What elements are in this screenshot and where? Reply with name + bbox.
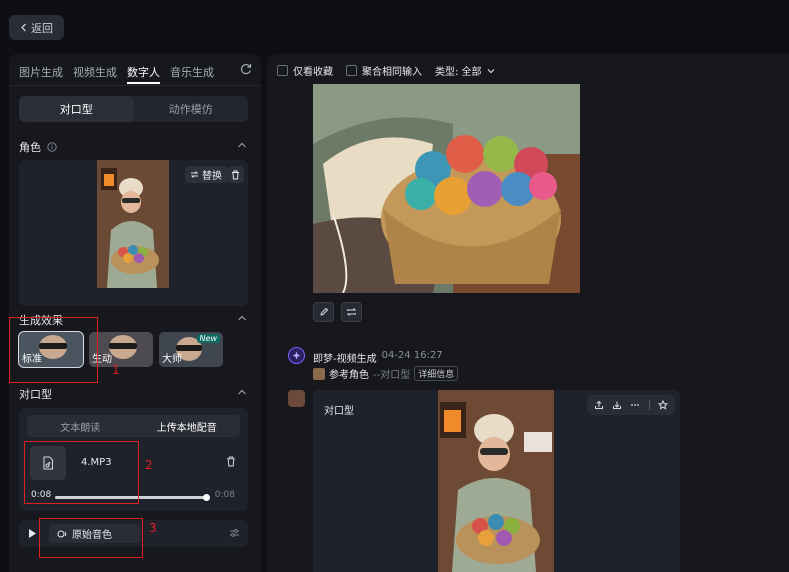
audio-source-tabs: 文本朗读 上传本地配音	[27, 415, 240, 437]
reference-thumbnail	[313, 367, 325, 380]
generated-video[interactable]	[438, 390, 554, 572]
settings-sliders-icon[interactable]	[229, 528, 240, 538]
share-icon[interactable]	[594, 400, 604, 410]
swap-icon	[190, 171, 199, 178]
divider	[648, 400, 650, 410]
collapse-lipsync-icon[interactable]	[237, 388, 247, 396]
favorites-filter[interactable]: 仅看收藏	[277, 63, 333, 78]
character-card: 替换	[19, 160, 248, 306]
replace-button[interactable]: 替换	[185, 166, 227, 183]
annotation-box-3	[39, 518, 143, 558]
character-image	[97, 160, 169, 288]
right-panel: 仅看收藏 聚合相同输入 类型: 全部 即梦-视频生成 04-24 16:27 参…	[267, 54, 789, 572]
back-label: 返回	[31, 21, 53, 35]
audio-progress-knob[interactable]	[203, 494, 210, 501]
reference-label[interactable]: 参考角色	[329, 366, 369, 381]
effect-master[interactable]: New 大师	[159, 332, 223, 367]
tab-video-generation[interactable]: 视频生成	[73, 62, 117, 84]
chevron-left-icon	[21, 23, 26, 32]
reference-row: 参考角色 --对口型 详细信息	[313, 366, 459, 381]
role-title: 角色	[19, 141, 41, 154]
replace-label: 替换	[202, 171, 222, 182]
download-icon[interactable]	[612, 400, 622, 410]
generation-tabs: 图片生成 视频生成 数字人 音乐生成	[19, 62, 214, 84]
tab-music-generation[interactable]: 音乐生成	[170, 62, 214, 84]
annotation-box-2	[24, 441, 139, 504]
collapse-effect-icon[interactable]	[237, 314, 247, 322]
annotation-box-1	[9, 317, 98, 383]
lipsync-section-title: 对口型	[19, 386, 52, 402]
annotation-number-2: 2	[145, 458, 153, 472]
tab-upload-audio[interactable]: 上传本地配音	[134, 415, 241, 437]
mode-motion-imitation[interactable]: 动作模仿	[134, 96, 249, 122]
user-avatar	[288, 390, 305, 407]
video-actions	[587, 395, 675, 415]
collapse-role-icon[interactable]	[237, 141, 247, 149]
delete-character-button[interactable]	[227, 166, 244, 183]
lipsync-title: 对口型	[19, 388, 52, 401]
reference-sub: --对口型	[373, 370, 411, 381]
generated-image[interactable]	[313, 84, 580, 293]
annotation-number-3: 3	[149, 521, 157, 535]
type-label: 类型: 全部	[435, 67, 482, 78]
jimeng-logo-icon	[288, 347, 305, 364]
merge-filter[interactable]: 聚合相同输入	[346, 63, 422, 78]
role-section-title: 角色	[19, 139, 57, 155]
video-result-card: 对口型	[313, 390, 680, 572]
trash-icon	[232, 170, 239, 179]
detail-info-button[interactable]: 详细信息	[414, 366, 459, 381]
mode-switch: 对口型 动作模仿	[19, 96, 248, 122]
mode-lipsync[interactable]: 对口型	[19, 96, 134, 122]
pencil-icon	[319, 307, 328, 316]
message-time: 04-24 16:27	[381, 350, 443, 361]
divider	[9, 85, 261, 86]
refresh-icon[interactable]	[239, 62, 253, 76]
more-icon[interactable]	[630, 400, 640, 410]
type-filter[interactable]: 类型: 全部	[435, 63, 495, 78]
merge-checkbox[interactable]	[346, 65, 357, 76]
info-icon[interactable]	[47, 142, 57, 152]
favorites-label: 仅看收藏	[293, 67, 333, 78]
filter-bar: 仅看收藏 聚合相同输入 类型: 全部	[277, 63, 495, 78]
star-icon[interactable]	[657, 400, 668, 410]
tab-text-reading[interactable]: 文本朗读	[27, 415, 134, 437]
effect-master-label: 大师	[162, 354, 182, 365]
edit-button[interactable]	[313, 302, 334, 322]
regenerate-button[interactable]	[341, 302, 362, 322]
favorites-checkbox[interactable]	[277, 65, 288, 76]
annotation-number-1: 1	[112, 363, 120, 377]
tab-digital-human[interactable]: 数字人	[127, 62, 160, 84]
top-bar: 返回	[0, 0, 789, 52]
play-icon[interactable]	[27, 528, 37, 539]
merge-label: 聚合相同输入	[362, 67, 422, 78]
new-badge: New	[196, 334, 220, 343]
chevron-down-icon	[487, 68, 494, 73]
message-title: 即梦-视频生成	[313, 354, 377, 365]
message-meta: 即梦-视频生成 04-24 16:27	[313, 350, 443, 365]
tab-image-generation[interactable]: 图片生成	[19, 62, 63, 84]
video-type-label: 对口型	[324, 406, 354, 417]
delete-audio-icon[interactable]	[226, 456, 236, 467]
effect-vivid[interactable]: 生动	[89, 332, 153, 367]
repeat-icon	[346, 308, 357, 316]
back-button[interactable]: 返回	[9, 15, 64, 40]
time-total: 0:08	[214, 490, 235, 500]
